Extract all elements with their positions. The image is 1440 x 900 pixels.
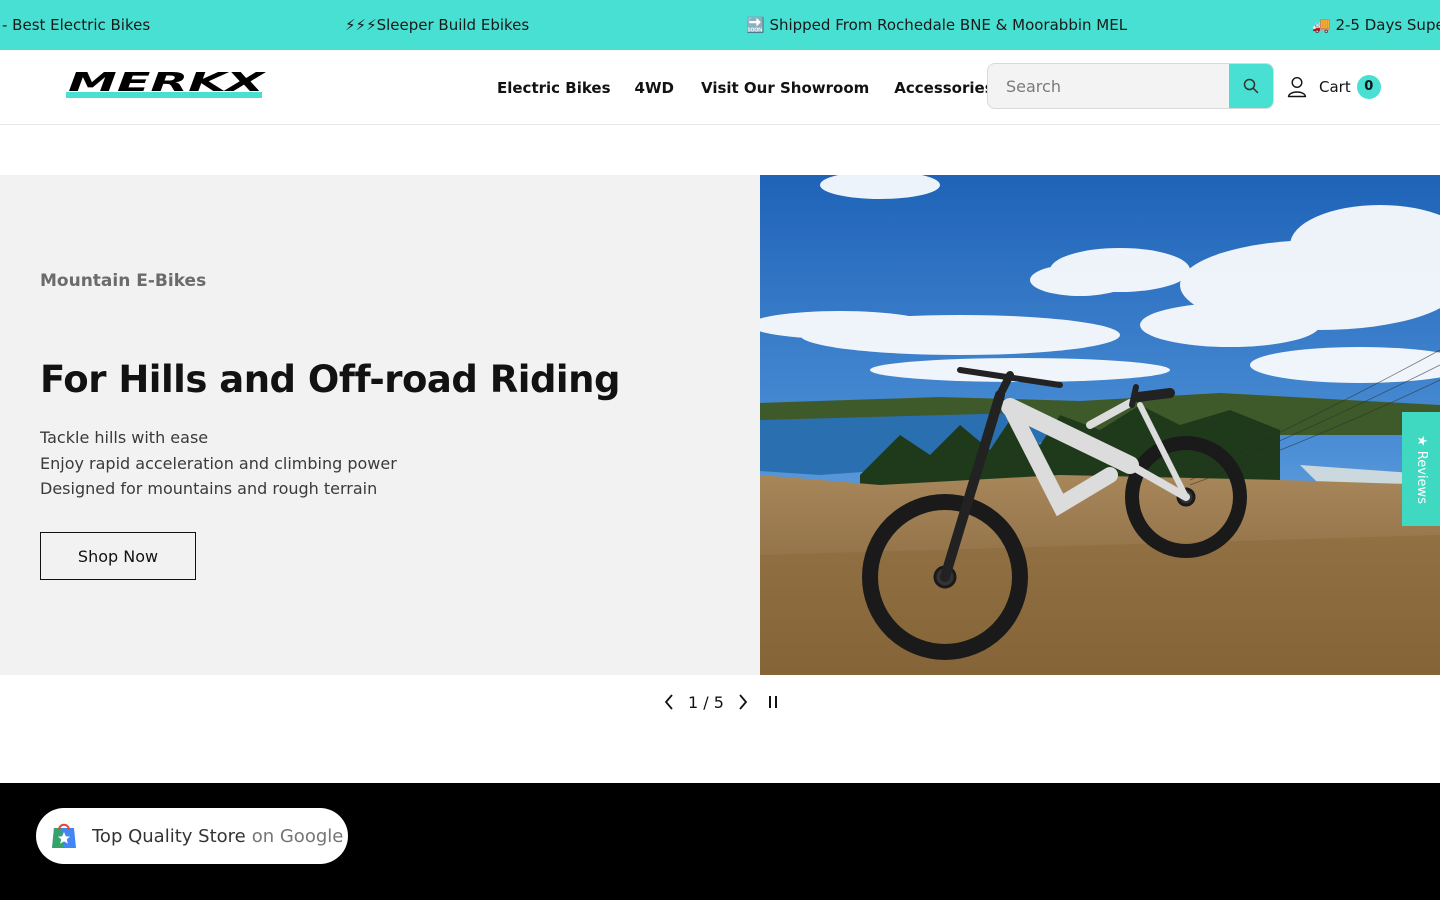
hero-title: For Hills and Off-road Riding — [40, 358, 620, 401]
shop-now-button[interactable]: Shop Now — [40, 532, 196, 580]
next-slide-button[interactable] — [732, 689, 754, 715]
slide-total: 5 — [713, 692, 724, 712]
reviews-tab-label: ★ Reviews — [1413, 434, 1429, 504]
hero-eyebrow: Mountain E-Bikes — [40, 271, 207, 291]
previous-slide-button[interactable] — [658, 689, 680, 715]
slide-counter: 1 / 5 — [688, 693, 724, 712]
hero-description: Tackle hills with ease Enjoy rapid accel… — [40, 425, 640, 502]
search-box — [987, 63, 1274, 109]
search-input[interactable] — [988, 64, 1231, 108]
nav-4wd[interactable]: 4WD — [635, 79, 674, 97]
chevron-left-icon — [664, 694, 673, 710]
google-store-badge[interactable]: Top Quality Store on Google — [36, 808, 348, 864]
hero-slideshow: Mountain E-Bikes For Hills and Off-road … — [0, 175, 1440, 675]
cart-count-badge: 0 — [1356, 75, 1381, 99]
merkx-logo[interactable]: MERKX — [66, 70, 266, 104]
slide-separator: / — [703, 692, 709, 712]
hero-line: Designed for mountains and rough terrain — [40, 479, 378, 498]
cart-link[interactable]: Cart 0 — [1319, 75, 1381, 99]
search-icon — [1243, 78, 1259, 94]
announcement-item: ⚡⚡⚡Sleeper Build Ebikes — [345, 16, 530, 34]
pause-slideshow-button[interactable] — [762, 689, 784, 715]
reviews-tab[interactable]: ★ Reviews — [1402, 412, 1440, 526]
chevron-right-icon — [739, 694, 748, 710]
slider-controls: 1 / 5 — [658, 689, 784, 715]
logo-text: MERKX — [68, 70, 266, 98]
announcement-item: 🔜 Shipped From Rochedale BNE & Moorabbin… — [746, 16, 1128, 34]
search-button[interactable] — [1229, 64, 1273, 108]
google-shopping-icon — [52, 823, 76, 848]
slide-current: 1 — [688, 692, 699, 712]
nav-electric-bikes[interactable]: Electric Bikes — [497, 79, 611, 97]
announcement-item: 🚚 2-5 Days Supe — [1312, 16, 1440, 34]
site-header: MERKX Electric Bikes 4WD Visit Our Showr… — [0, 50, 1440, 125]
account-icon[interactable] — [1287, 76, 1307, 98]
nav-accessories[interactable]: Accessories — [894, 79, 993, 97]
hero-text-panel: Mountain E-Bikes For Hills and Off-road … — [0, 175, 760, 675]
google-badge-text: Top Quality Store — [92, 825, 246, 847]
main-nav: Electric Bikes 4WD Visit Our Showroom Ac… — [497, 50, 1018, 125]
nav-visit-showroom[interactable]: Visit Our Showroom — [701, 79, 869, 97]
footer: Top Quality Store on Google — [0, 783, 1440, 900]
hero-line: Tackle hills with ease — [40, 428, 209, 447]
hero-line: Enjoy rapid acceleration and climbing po… — [40, 453, 397, 473]
announcement-item: - Best Electric Bikes — [2, 16, 151, 34]
cart-label: Cart — [1319, 78, 1351, 96]
announcement-bar: - Best Electric Bikes ⚡⚡⚡Sleeper Build E… — [0, 0, 1440, 50]
hero-bike-image — [760, 175, 1440, 675]
pause-icon — [768, 696, 777, 708]
google-badge-subtext: on Google — [251, 825, 344, 847]
